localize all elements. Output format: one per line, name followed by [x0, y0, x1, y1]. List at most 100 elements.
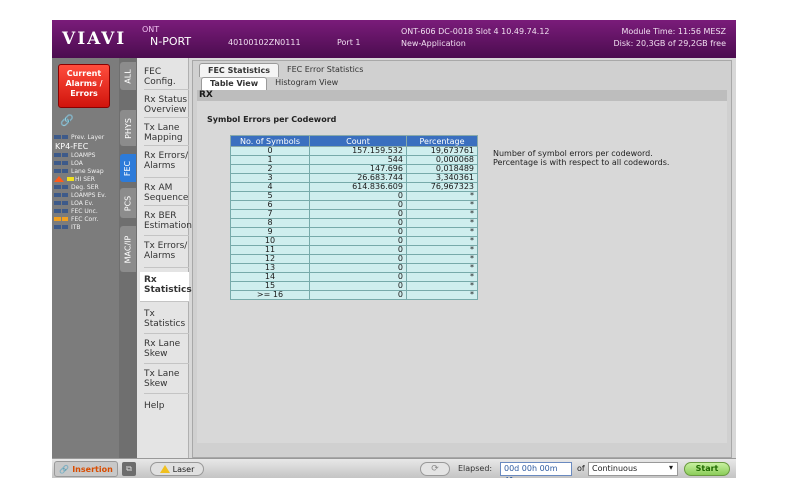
- description-text: Number of symbol errors per codeword. Pe…: [493, 149, 670, 167]
- col-header: Count: [309, 135, 407, 147]
- nav-rx-statistics[interactable]: Rx Statistics: [140, 272, 192, 302]
- nav-rx-am-sequence[interactable]: Rx AM Sequence: [144, 180, 189, 206]
- led-icon: [54, 153, 61, 157]
- alarm-item: LOA Ev.: [52, 199, 119, 207]
- led-icon: [62, 201, 68, 205]
- led-icon: [54, 193, 61, 197]
- app-window: VIAVI ONT N-PORT 40100102ZN0111 Port 1 O…: [52, 20, 736, 478]
- elapsed-time-field[interactable]: 00d 00h 00m 41s: [500, 462, 572, 478]
- vtab-mac-ip[interactable]: MAC/IP: [120, 226, 136, 272]
- tab-fec-statistics[interactable]: FEC Statistics: [199, 63, 279, 77]
- mode-select[interactable]: Continuous ▾: [588, 462, 678, 476]
- alarm-item: FEC Corr.: [52, 215, 119, 223]
- led-icon: [62, 217, 68, 221]
- led-icon: [62, 161, 68, 165]
- table-cell: 0: [309, 200, 407, 210]
- table-cell: 0: [309, 218, 407, 228]
- led-icon: [67, 177, 74, 181]
- table-cell: 0: [309, 191, 407, 201]
- link-icon: 🔗: [59, 464, 70, 474]
- col-header: No. of Symbols: [230, 135, 310, 147]
- table-cell: *: [406, 236, 478, 246]
- table-cell: 0: [309, 245, 407, 255]
- table-cell: *: [406, 245, 478, 255]
- table-cell: 0: [309, 290, 407, 300]
- warning-icon: [54, 176, 64, 182]
- led-icon: [54, 185, 61, 189]
- rx-section-bar: RX: [197, 90, 727, 101]
- alarm-item: HI SER: [52, 175, 119, 183]
- product-name: N-PORT: [150, 35, 192, 48]
- vtab-pcs[interactable]: PCS: [120, 188, 136, 218]
- module-time: Module Time: 11:56 MESZ: [621, 27, 726, 36]
- nav-menu: FEC Config. Rx Status Overview Tx Lane M…: [137, 58, 192, 458]
- table-cell: *: [406, 290, 478, 300]
- insertion-button[interactable]: 🔗 Insertion: [54, 461, 118, 477]
- table-cell: *: [406, 272, 478, 282]
- alarm-item: LOAMPS: [52, 151, 119, 159]
- top-tabs: FEC Statistics FEC Error Statistics: [199, 63, 371, 77]
- table-cell: 0: [309, 209, 407, 219]
- device-info: ONT-606 DC-0018 Slot 4 10.49.74.12: [401, 27, 550, 36]
- content-area: FEC Statistics FEC Error Statistics Tabl…: [192, 60, 732, 458]
- table-cell: *: [406, 200, 478, 210]
- table-cell: *: [406, 191, 478, 201]
- nav-tx-errors-alarms[interactable]: Tx Errors/ Alarms: [144, 238, 189, 268]
- warning-icon: [159, 465, 170, 473]
- nav-help[interactable]: Help: [144, 398, 189, 420]
- table-cell: 0: [309, 281, 407, 291]
- footer-bar: 🔗 Insertion ⧉ Laser ⟳ Elapsed: 00d 00h 00…: [52, 458, 736, 478]
- alarm-item: Deg. SER: [52, 183, 119, 191]
- led-icon: [62, 169, 68, 173]
- product-line1: ONT: [142, 25, 160, 34]
- table-row: >= 16 0 *: [230, 290, 478, 300]
- vtab-phys[interactable]: PHYS: [120, 110, 136, 146]
- led-icon: [54, 209, 61, 213]
- col-header: Percentage: [406, 135, 478, 147]
- vtab-fec[interactable]: FEC: [120, 154, 136, 182]
- table-cell: *: [406, 209, 478, 219]
- nav-tx-lane-mapping[interactable]: Tx Lane Mapping: [144, 120, 189, 146]
- led-icon: [54, 161, 61, 165]
- table-cell: >= 16: [230, 290, 310, 300]
- led-icon: [62, 209, 68, 213]
- reload-button[interactable]: ⟳: [420, 462, 450, 476]
- serial-number: 40100102ZN0111: [228, 38, 301, 47]
- table-cell: 0: [309, 263, 407, 273]
- link-icon[interactable]: 🔗: [60, 114, 74, 127]
- table-cell: 0: [309, 236, 407, 246]
- elapsed-label: Elapsed:: [458, 464, 493, 473]
- tab-histogram-view[interactable]: Histogram View: [267, 77, 346, 90]
- table-header-row: No. of Symbols Count Percentage: [230, 135, 478, 147]
- tab-fec-error-statistics[interactable]: FEC Error Statistics: [279, 63, 371, 77]
- alarm-item: LOA: [52, 159, 119, 167]
- nav-fec-config[interactable]: FEC Config.: [144, 64, 189, 90]
- nav-rx-ber-estimation[interactable]: Rx BER Estimation: [144, 208, 192, 236]
- led-icon: [54, 217, 61, 221]
- sub-tabs: Table View Histogram View: [201, 77, 346, 90]
- table-cell: *: [406, 281, 478, 291]
- led-icon: [62, 135, 68, 139]
- alarm-panel: Current Alarms / Errors 🔗 Prev. Layer KP…: [52, 58, 119, 458]
- alarm-item: Lane Swap: [52, 167, 119, 175]
- layer-name: KP4-FEC: [55, 141, 89, 151]
- table-cell: 614.836.609: [309, 182, 407, 192]
- table-cell: *: [406, 263, 478, 273]
- chevron-down-icon: ▾: [668, 463, 673, 472]
- nav-rx-status-overview[interactable]: Rx Status Overview: [144, 92, 189, 118]
- nav-rx-errors-alarms[interactable]: Rx Errors/ Alarms: [144, 148, 189, 178]
- nav-rx-lane-skew[interactable]: Rx Lane Skew: [144, 336, 189, 364]
- prev-layer-row[interactable]: Prev. Layer: [52, 133, 119, 141]
- vertical-tabs: ALL PHYS FEC PCS MAC/IP: [119, 58, 137, 458]
- led-icon: [62, 225, 68, 229]
- copy-icon[interactable]: ⧉: [122, 462, 136, 476]
- current-alarms-button[interactable]: Current Alarms / Errors: [58, 64, 110, 108]
- laser-button[interactable]: Laser: [150, 462, 204, 476]
- nav-tx-statistics[interactable]: Tx Statistics: [144, 306, 189, 334]
- tab-table-view[interactable]: Table View: [201, 77, 268, 90]
- header-bar: VIAVI ONT N-PORT 40100102ZN0111 Port 1 O…: [52, 20, 736, 58]
- vtab-all[interactable]: ALL: [120, 62, 136, 90]
- led-icon: [54, 225, 61, 229]
- nav-tx-lane-skew[interactable]: Tx Lane Skew: [144, 366, 189, 394]
- start-button[interactable]: Start: [684, 462, 730, 476]
